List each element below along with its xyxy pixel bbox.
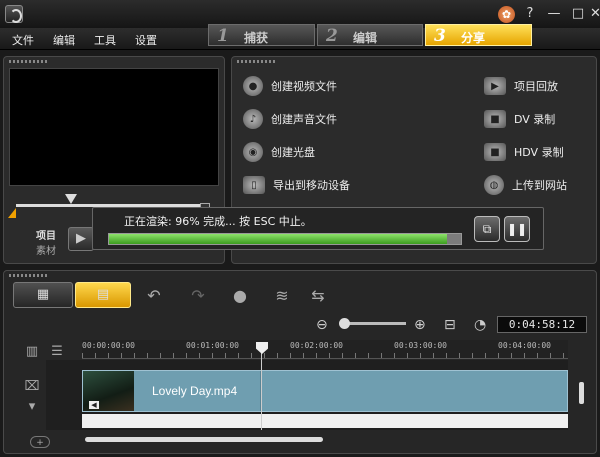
create-video-file-label: 创建视频文件 (271, 80, 337, 93)
storyboard-icon: ▤ (96, 287, 110, 302)
playback-icon: ▶ (484, 77, 506, 95)
tab-edit[interactable]: 2 编辑 (317, 24, 423, 46)
close-icon[interactable]: ✕ (590, 6, 600, 22)
playhead-line (261, 342, 262, 430)
preview-screen (9, 68, 219, 186)
menu-tools[interactable]: 工具 (94, 32, 116, 48)
redo-icon[interactable]: ↷ (186, 285, 210, 307)
disc-icon: ◉ (243, 142, 263, 162)
step-number: 2 (326, 26, 338, 46)
zoom-slider-thumb[interactable] (339, 318, 350, 329)
smart-mix-icon[interactable]: ⇆ (306, 285, 330, 307)
export-mobile-label: 导出到移动设备 (273, 179, 350, 192)
panel-grip (9, 60, 49, 63)
dv-camera-icon: ■ (484, 110, 506, 128)
upload-web-label: 上传到网站 (512, 179, 567, 192)
vertical-scrollbar[interactable] (576, 363, 588, 423)
menu-settings[interactable]: 设置 (135, 32, 157, 48)
create-audio-file-label: 创建声音文件 (271, 113, 337, 126)
storyboard-view-button[interactable]: ▤ (75, 282, 131, 308)
render-status-text: 正在渲染: 96% 完成... 按 ESC 中止。 (124, 215, 312, 228)
render-progress-bar (108, 233, 462, 245)
film-icon: ▦ (36, 287, 50, 302)
ruler-label: 00:01:00:00 (186, 341, 239, 350)
timecode-display[interactable]: 0:04:58:12 (497, 316, 587, 333)
settings-gear-icon[interactable]: ✿ (498, 6, 515, 23)
audio-icon: ◀ (89, 401, 99, 409)
dv-recording-label: DV 录制 (514, 113, 556, 126)
clip-name: Lovely Day.mp4 (152, 384, 238, 398)
mode-project[interactable]: 项目 (36, 227, 56, 242)
add-track-icon[interactable]: + (30, 436, 50, 448)
track-manager-icon[interactable]: ▥ (21, 343, 43, 361)
ruler-label: 00:02:00:00 (290, 341, 343, 350)
zoom-slider[interactable] (342, 322, 406, 325)
chapter-list-icon[interactable]: ☰ (46, 343, 68, 361)
step-label: 编辑 (353, 31, 378, 45)
panel-grip (9, 274, 49, 277)
horizontal-scroll-thumb[interactable] (85, 437, 323, 442)
help-icon[interactable]: ? (522, 6, 538, 22)
dv-recording[interactable]: ■ DV 录制 (484, 108, 555, 130)
time-ruler[interactable]: 00:00:00:00 00:01:00:00 00:02:00:00 00:0… (82, 340, 568, 359)
undo-icon[interactable]: ↶ (142, 285, 166, 307)
zoom-out-icon[interactable]: ⊖ (316, 317, 328, 333)
audio-track (82, 414, 568, 428)
ripple-edit-icon[interactable]: ⌧ (21, 378, 43, 396)
preview-toggle-button[interactable]: ⧉ (474, 216, 500, 242)
globe-icon: ◍ (484, 175, 504, 195)
menu-file[interactable]: 文件 (12, 32, 34, 48)
project-playback[interactable]: ▶ 项目回放 (484, 75, 558, 97)
fit-to-window-icon[interactable]: ⊟ (444, 317, 456, 333)
audio-file-icon: ♪ (243, 109, 263, 129)
tab-capture[interactable]: 1 捕获 (208, 24, 315, 46)
hdv-recording[interactable]: ■ HDV 录制 (484, 141, 564, 163)
create-disc-label: 创建光盘 (271, 146, 315, 159)
hdv-recording-label: HDV 录制 (514, 146, 564, 159)
mobile-device-icon: ▯ (243, 176, 265, 194)
minimize-icon[interactable]: — (546, 6, 562, 22)
ruler-label: 00:03:00:00 (394, 341, 447, 350)
pause-button[interactable]: ❚❚ (504, 216, 530, 242)
play-button[interactable]: ▶ (68, 227, 94, 251)
render-progress-fill (109, 234, 447, 244)
expand-down-icon[interactable]: ▾ (21, 398, 43, 416)
panel-grip (237, 60, 277, 63)
record-icon[interactable]: ● (228, 285, 252, 307)
film-reel-icon: ● (243, 76, 263, 96)
timeline-view-button[interactable]: ▦ (13, 282, 73, 308)
clock-icon: ◔ (474, 317, 487, 333)
ruler-ticks (82, 353, 568, 358)
upload-web[interactable]: ◍ 上传到网站 (484, 174, 567, 196)
vertical-scroll-thumb[interactable] (579, 382, 584, 404)
tab-share[interactable]: 3 分享 (425, 24, 532, 46)
horizontal-scrollbar[interactable] (66, 433, 568, 445)
maximize-icon[interactable]: □ (570, 6, 586, 22)
create-audio-file[interactable]: ♪ 创建声音文件 (243, 108, 337, 130)
create-disc[interactable]: ◉ 创建光盘 (243, 141, 315, 163)
step-label: 捕获 (244, 31, 269, 45)
hdv-camera-icon: ■ (484, 143, 506, 161)
export-mobile[interactable]: ▯ 导出到移动设备 (243, 174, 350, 196)
zoom-in-icon[interactable]: ⊕ (414, 317, 426, 333)
project-playback-label: 项目回放 (514, 80, 558, 93)
create-video-file[interactable]: ● 创建视频文件 (243, 75, 337, 97)
video-clip[interactable]: ◀ Lovely Day.mp4 (82, 370, 568, 412)
step-number: 1 (217, 26, 229, 46)
audio-wave-icon[interactable]: ≋ (270, 285, 294, 307)
app-logo (5, 5, 23, 23)
step-label: 分享 (461, 31, 486, 45)
ruler-label: 00:04:00:00 (498, 341, 551, 350)
mode-clip[interactable]: 素材 (36, 242, 56, 257)
step-number: 3 (434, 26, 446, 46)
ruler-label: 00:00:00:00 (82, 341, 135, 350)
render-progress-dialog: 正在渲染: 96% 完成... 按 ESC 中止。 ⧉ ❚❚ (92, 207, 544, 250)
menu-edit[interactable]: 编辑 (53, 32, 75, 48)
